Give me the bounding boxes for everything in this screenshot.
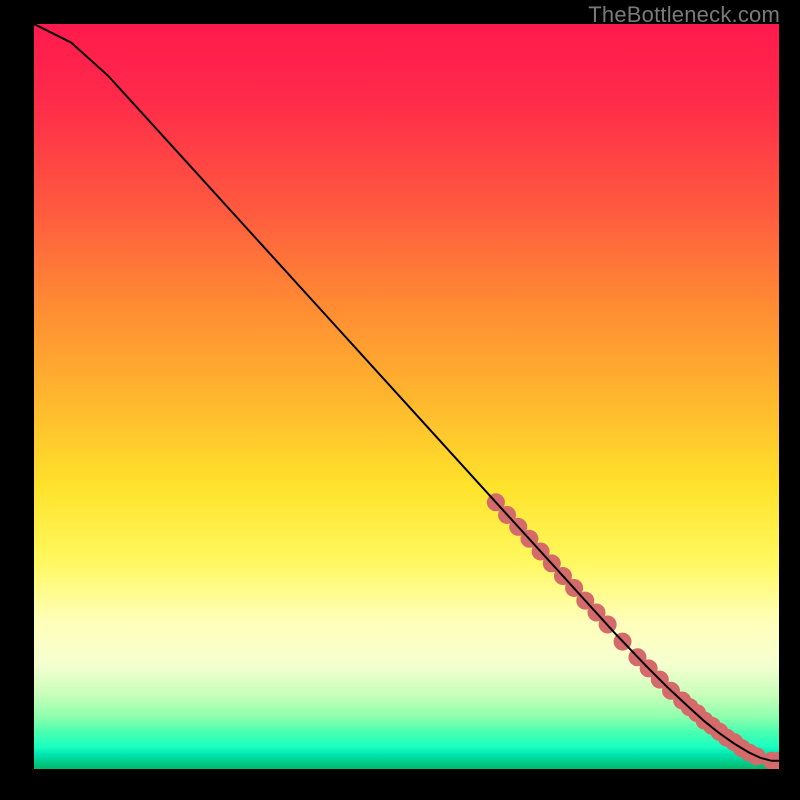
curve-line [34,24,779,761]
chart-overlay [34,24,779,769]
plot-area [34,24,779,769]
chart-stage: TheBottleneck.com [0,0,800,800]
points-group [487,493,779,769]
